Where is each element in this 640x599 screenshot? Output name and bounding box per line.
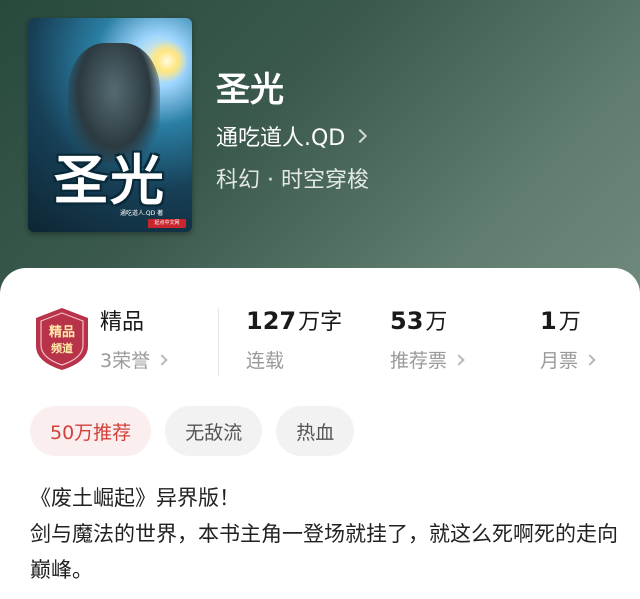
chevron-right-icon	[584, 353, 596, 366]
chevron-right-icon	[453, 353, 465, 366]
cover-author: 通吃道人.QD 著	[120, 210, 164, 217]
tag-recommend[interactable]: 50万推荐	[30, 406, 152, 456]
tag-invincible[interactable]: 无敌流	[165, 406, 263, 456]
recommend-unit: 万	[425, 310, 448, 335]
tag-list: 50万推荐 无敌流 热血	[30, 406, 355, 456]
tag-hot-blood[interactable]: 热血	[276, 406, 355, 456]
badge-text-line1: 精品	[49, 324, 75, 340]
description-line1: 《废土崛起》异界版！	[30, 486, 240, 510]
monthly-unit: 万	[558, 310, 581, 335]
book-header: 圣光 通吃道人.QD 著 起点中文网 圣光 通吃道人.QD 科幻 · 时空穿梭	[0, 0, 640, 300]
stat-recommend-tickets[interactable]: 53 万 推荐票	[390, 304, 465, 373]
monthly-number: 1	[540, 307, 557, 335]
recommend-number: 53	[390, 307, 424, 335]
honors-count: 3荣誉	[100, 350, 151, 372]
chevron-right-icon	[156, 353, 168, 366]
cover-publisher-logo: 起点中文网	[148, 219, 186, 228]
author-name: 通吃道人.QD	[216, 126, 346, 151]
stat-quality[interactable]: 精品 3荣誉	[100, 304, 168, 373]
cover-title: 圣光	[54, 148, 166, 212]
book-genre: 科幻 · 时空穿梭	[216, 168, 369, 193]
book-title: 圣光	[216, 70, 284, 110]
jingpin-badge-icon[interactable]: 精品 频道	[32, 306, 92, 372]
badge-text-line2: 频道	[51, 341, 73, 355]
word-count-number: 127	[246, 307, 297, 335]
monthly-label: 月票	[540, 350, 579, 372]
description-line2: 剑与魔法的世界，本书主角一登场就挂了，就这么死啊死的走向巅峰。	[30, 522, 618, 582]
stats-row: 精品 频道 精品 3荣誉 127 万字 连载 53 万 推荐票 1 万 月票	[0, 300, 640, 380]
stat-monthly-tickets[interactable]: 1 万 月票	[540, 304, 596, 373]
chevron-right-icon	[353, 128, 368, 144]
quality-label: 精品	[100, 310, 145, 335]
serial-status: 连载	[246, 350, 285, 372]
recommend-label: 推荐票	[390, 350, 448, 372]
book-description[interactable]: 《废土崛起》异界版！ 剑与魔法的世界，本书主角一登场就挂了，就这么死啊死的走向巅…	[30, 480, 620, 588]
stats-divider	[218, 308, 219, 376]
stat-word-count: 127 万字 连载	[246, 304, 342, 373]
book-info-card: 精品 频道 精品 3荣誉 127 万字 连载 53 万 推荐票 1 万 月票 5…	[0, 268, 640, 599]
author-link[interactable]: 通吃道人.QD	[216, 120, 368, 152]
book-cover[interactable]: 圣光 通吃道人.QD 著 起点中文网	[28, 18, 192, 232]
word-count-unit: 万字	[298, 310, 343, 335]
